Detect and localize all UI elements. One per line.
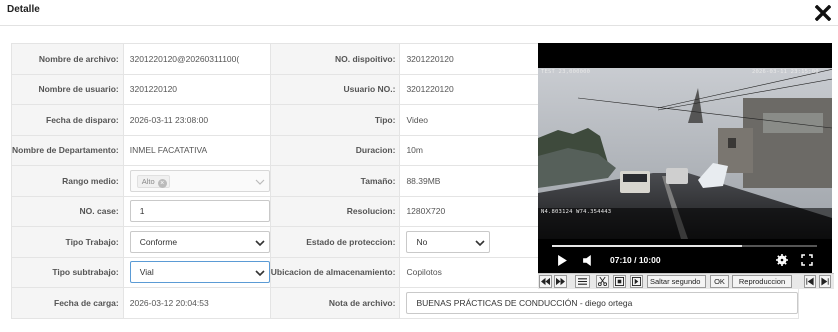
gear-icon[interactable] — [776, 254, 788, 266]
upload-date-value: 2026-03-12 20:04:53 — [122, 287, 271, 319]
skip-seconds-placeholder: Saltar segundo — [650, 277, 701, 286]
osd-gps: N4.803124 W74.354443 — [541, 209, 612, 215]
volume-icon[interactable] — [582, 255, 593, 266]
camera-icon — [615, 277, 624, 286]
scissors-icon — [598, 277, 607, 286]
video-player[interactable]: TEST 23,000000 2026-03-11 23:15:00 N4.80… — [538, 43, 832, 289]
dialog-header: Detalle — [0, 0, 838, 26]
department-value: INMEL FACATATIVA — [122, 134, 271, 166]
chevron-down-icon — [255, 270, 265, 277]
playback-label: Reproduccion — [738, 277, 786, 286]
chip-label: Alto — [141, 176, 155, 186]
snapshot-button[interactable] — [613, 275, 626, 288]
rango-chip: Alto × — [136, 174, 170, 188]
ok-button[interactable]: OK — [710, 275, 729, 288]
field-label: Nombre de Departamento: — [11, 134, 124, 166]
field-label: Fecha de disparo: — [11, 104, 124, 136]
trigger-date-value: 2026-03-11 23:08:00 — [122, 104, 271, 136]
chevron-down-icon — [255, 240, 265, 246]
fullscreen-icon[interactable] — [801, 254, 813, 266]
field-label: Usuario NO.: — [269, 73, 401, 105]
field-label: Fecha de carga: — [11, 287, 124, 319]
player-toolbar: Saltar segundo OK Reproduccion — [538, 273, 834, 289]
field-label: Estado de proteccion: — [269, 226, 401, 258]
case-number-text: 1 — [139, 206, 145, 217]
tipo-trabajo-select[interactable]: Conforme — [129, 230, 270, 253]
field-value: 3201220120@20260311100( — [122, 43, 271, 75]
file-note-text: BUENAS PRÁCTICAS DE CONDUCCIÓN - diego o… — [416, 297, 633, 308]
play-icon[interactable] — [557, 255, 568, 266]
frame-step-icon — [632, 277, 641, 286]
dialog-title: Detalle — [7, 4, 40, 15]
progress-bar[interactable] — [552, 245, 817, 247]
cut-button[interactable] — [596, 275, 609, 288]
close-icon[interactable] — [815, 5, 831, 21]
skip-back-icon — [806, 277, 814, 286]
chip-remove-icon[interactable]: × — [157, 178, 167, 188]
field-label: NO. case: — [11, 195, 124, 227]
field-label: Tipo: — [269, 104, 401, 136]
chevron-down-icon — [255, 179, 265, 185]
frame-button[interactable] — [630, 275, 643, 288]
last-segment-button[interactable] — [819, 275, 831, 288]
fast-forward-icon — [556, 277, 565, 286]
field-label: Tipo Trabajo: — [11, 226, 124, 258]
field-value: BUENAS PRÁCTICAS DE CONDUCCIÓN - diego o… — [399, 287, 800, 319]
field-label: Tamaño: — [269, 165, 401, 197]
field-value: Conforme — [122, 226, 271, 258]
tipo-subtrabajo-select[interactable]: Vial — [129, 261, 270, 284]
field-label: Ubicacion de almacenamiento: — [269, 256, 401, 288]
estado-proteccion-selected: No — [416, 236, 428, 247]
form-row: Fecha de carga: 2026-03-12 20:04:53 Nota… — [11, 287, 800, 319]
progress-fill — [552, 245, 742, 247]
osd-top-left: TEST 23,000000 — [541, 69, 591, 75]
playback-button[interactable]: Reproduccion — [732, 275, 792, 288]
field-value: Alto × — [122, 165, 271, 197]
file-name-value: 3201220120@20260311100( — [129, 53, 240, 64]
file-note-input[interactable]: BUENAS PRÁCTICAS DE CONDUCCIÓN - diego o… — [406, 291, 798, 314]
field-label: NO. dispoitivo: — [269, 43, 401, 75]
case-number-input[interactable]: 1 — [129, 200, 270, 223]
fast-forward-button[interactable] — [554, 275, 567, 288]
field-label: Nota de archivo: — [269, 287, 401, 319]
rewind-icon — [541, 277, 550, 286]
list-icon — [578, 278, 587, 285]
chevron-down-icon — [475, 240, 486, 246]
field-value: 1 — [122, 195, 271, 227]
field-label: Duracion: — [269, 134, 401, 166]
skip-seconds-input[interactable]: Saltar segundo — [647, 275, 706, 288]
estado-proteccion-select[interactable]: No — [406, 230, 491, 253]
list-button[interactable] — [575, 275, 590, 288]
rewind-button[interactable] — [539, 275, 552, 288]
osd-top-right: 2026-03-11 23:15:00 — [752, 69, 819, 75]
field-label: Nombre de usuario: — [11, 73, 124, 105]
skip-forward-icon — [821, 277, 829, 286]
tipo-trabajo-selected: Conforme — [139, 236, 178, 247]
field-label: Rango medio: — [11, 165, 124, 197]
tipo-subtrabajo-selected: Vial — [139, 267, 154, 278]
ok-label: OK — [714, 277, 725, 286]
rango-medio-select[interactable]: Alto × — [129, 169, 270, 192]
field-label: Nombre de archivo: — [11, 43, 124, 75]
field-label: Tipo subtrabajo: — [11, 256, 124, 288]
first-segment-button[interactable] — [804, 275, 816, 288]
field-value: Vial — [122, 256, 271, 288]
user-name-value: 3201220120 — [122, 73, 271, 105]
time-display: 07:10 / 10:00 — [610, 255, 661, 265]
field-label: Resolucion: — [269, 195, 401, 227]
